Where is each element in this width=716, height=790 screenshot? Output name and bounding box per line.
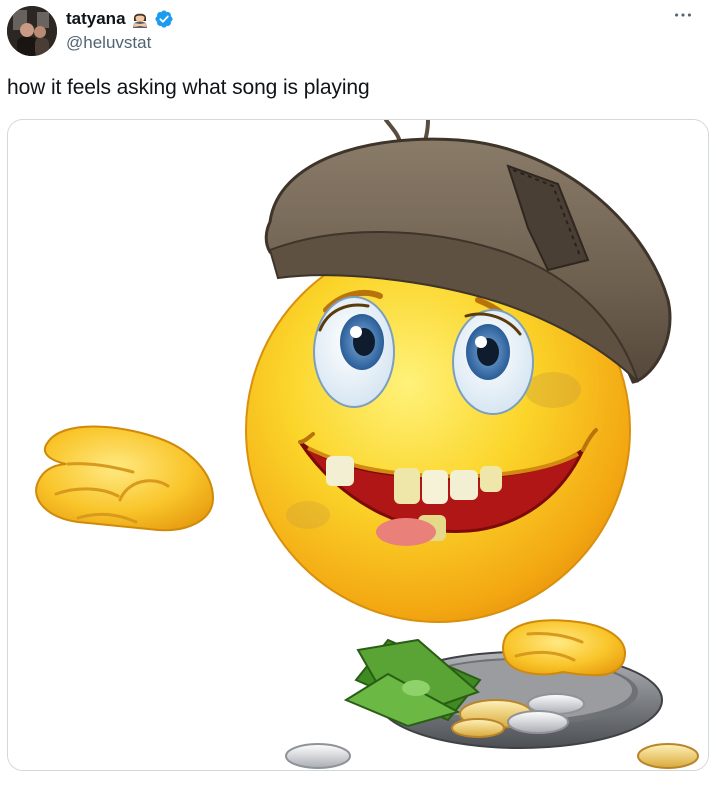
beggar-emoji-image — [8, 120, 708, 770]
more-options-button[interactable] — [668, 4, 698, 26]
crossed-arms-person-icon — [130, 9, 150, 29]
tweet-media[interactable] — [7, 119, 709, 771]
display-name[interactable]: tatyana — [66, 9, 126, 29]
more-horizontal-icon — [675, 13, 691, 17]
avatar-photo-icon — [7, 6, 57, 56]
tweet-card: tatyana @heluvstat how it feels asking w… — [0, 0, 716, 790]
author-handle[interactable]: @heluvstat — [66, 33, 151, 53]
tweet-text: how it feels asking what song is playing — [7, 76, 370, 99]
verified-badge-icon[interactable] — [154, 9, 174, 29]
avatar[interactable] — [7, 6, 57, 56]
author-name-row[interactable]: tatyana — [66, 7, 174, 31]
